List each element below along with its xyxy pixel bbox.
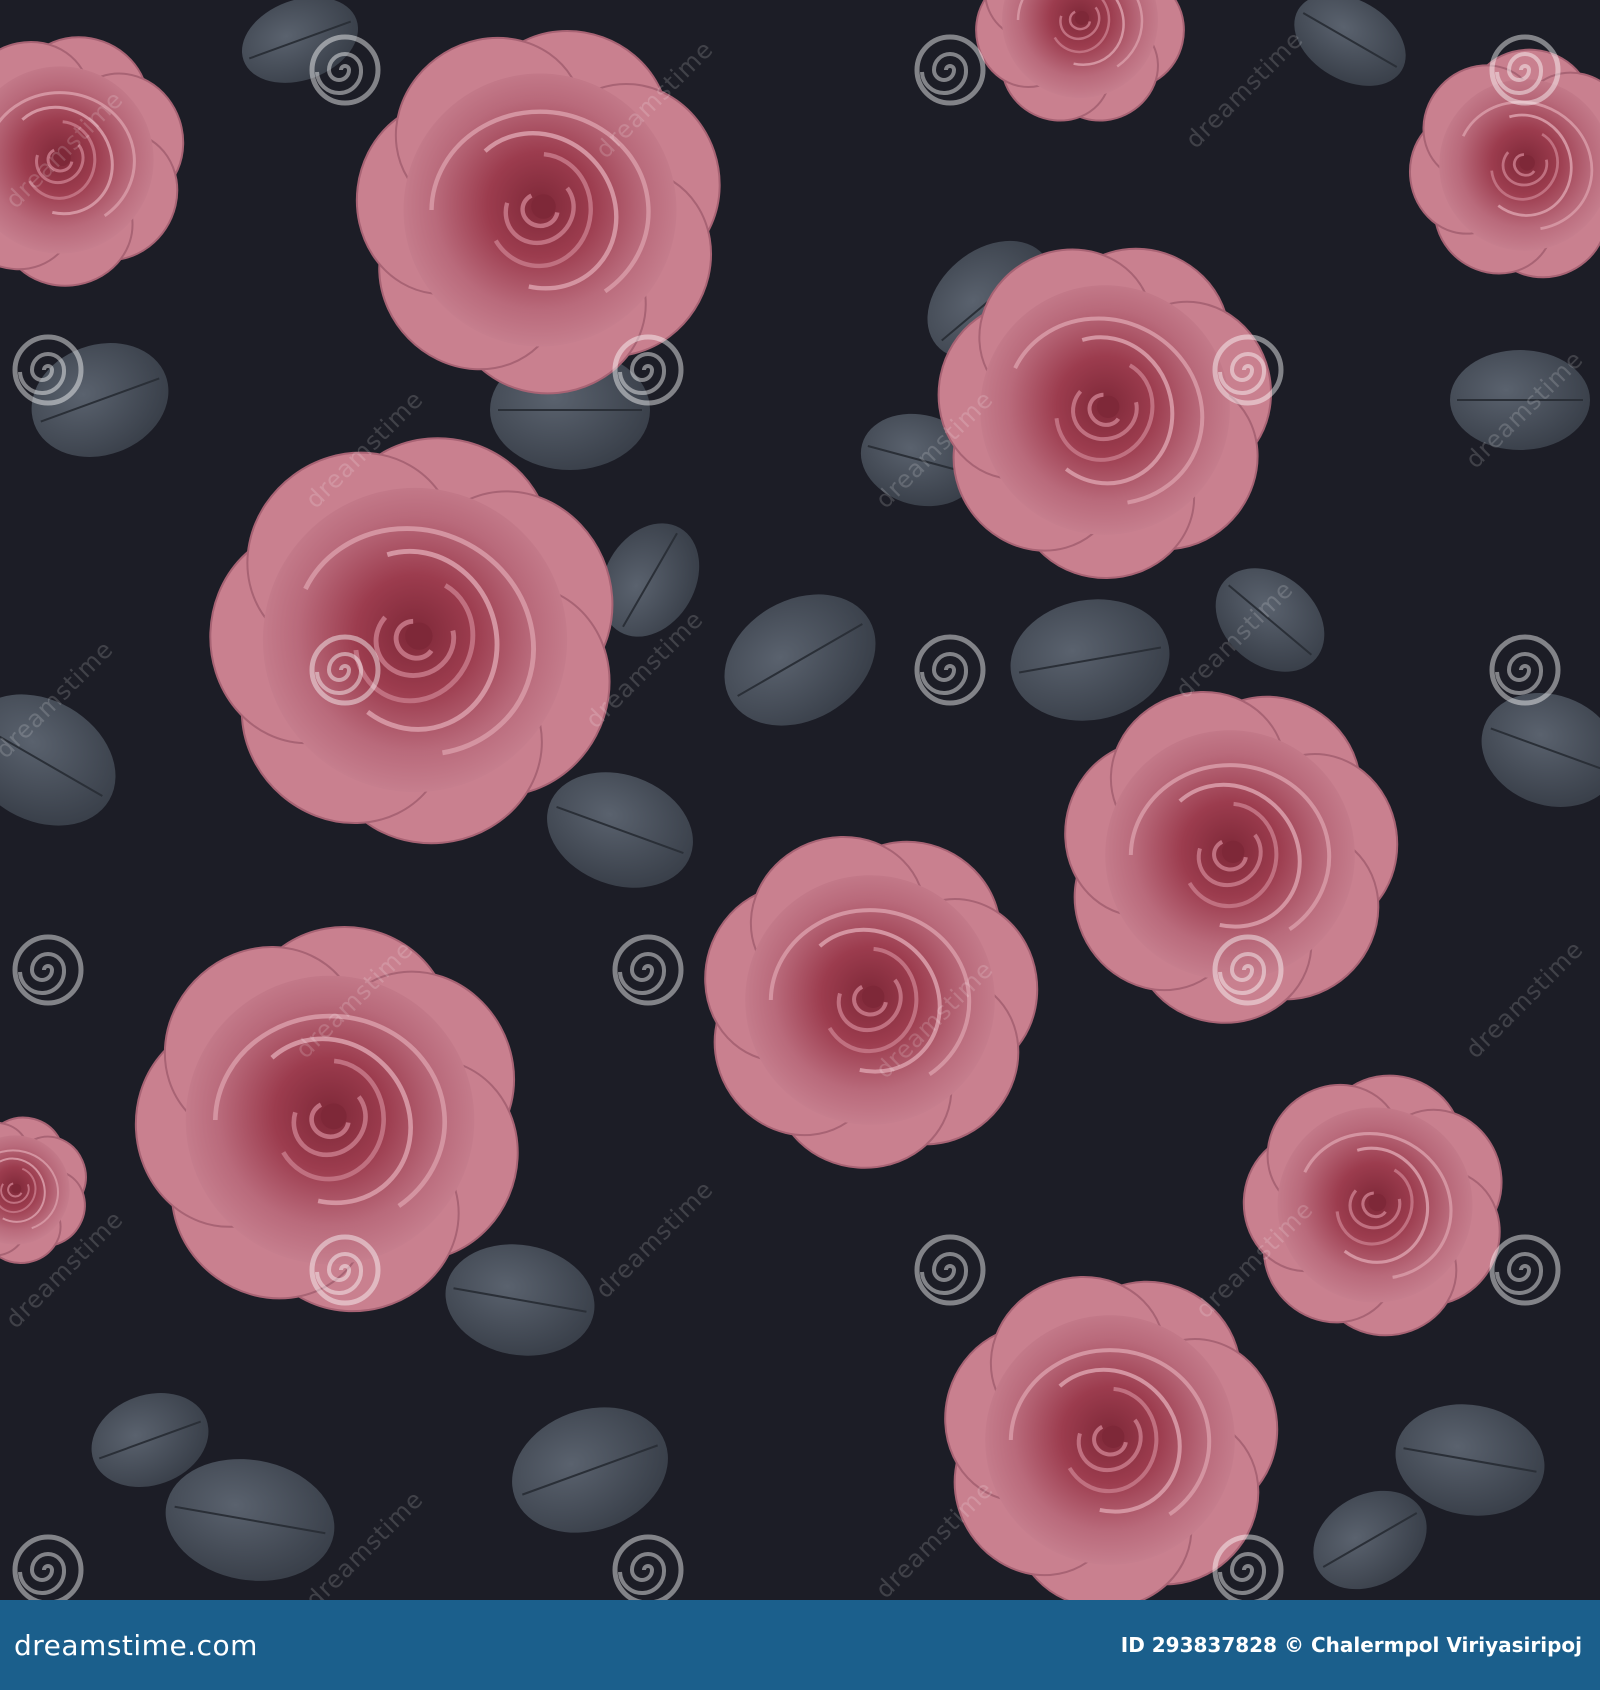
footer-credit: ID 293837828 © Chalermpol Viriyasiripoj	[1121, 1633, 1582, 1657]
rose	[1064, 690, 1399, 1024]
spiral-icon	[1489, 634, 1561, 706]
rose-leaf	[724, 594, 876, 726]
rose-leaf	[1294, 0, 1406, 86]
rose	[944, 1275, 1279, 1600]
spiral-icon	[1212, 1534, 1284, 1600]
spiral-icon	[612, 1534, 684, 1600]
spiral-icon	[12, 934, 84, 1006]
rose	[975, 0, 1185, 122]
spiral-icon	[914, 1234, 986, 1306]
stock-footer-bar: dreamstime.com ID 293837828 © Chalermpol…	[0, 1600, 1600, 1690]
rose	[0, 36, 185, 287]
roses-layer	[0, 0, 1600, 1600]
footer-brand[interactable]: dreamstime.com	[14, 1629, 258, 1662]
spiral-icon	[1489, 1234, 1561, 1306]
spiral-icon	[914, 34, 986, 106]
rose	[0, 1116, 87, 1264]
photo: dreamstime dreamstime dreamstime dreamstime…	[0, 0, 1600, 1600]
rose	[704, 835, 1039, 1169]
rose-leaf	[0, 694, 116, 826]
copyright-icon: ©	[1283, 1633, 1304, 1657]
spiral-icon	[914, 634, 986, 706]
id-label: ID	[1120, 1633, 1145, 1657]
rose-pattern-artwork	[0, 0, 1600, 1600]
id-value: 293837828	[1151, 1633, 1278, 1657]
rose	[1242, 1074, 1503, 1337]
author-name: Chalermpol Viriyasiripoj	[1310, 1633, 1582, 1657]
rose	[355, 29, 721, 395]
rose-leaf	[1450, 350, 1590, 450]
rose-leaf	[1481, 693, 1600, 807]
rose-leaf	[445, 1244, 595, 1356]
spiral-icon	[12, 1534, 84, 1600]
rose-leaf	[1215, 568, 1325, 672]
rose-leaf	[512, 1407, 668, 1533]
spiral-icon	[612, 934, 684, 1006]
rose-leaf	[241, 0, 359, 83]
